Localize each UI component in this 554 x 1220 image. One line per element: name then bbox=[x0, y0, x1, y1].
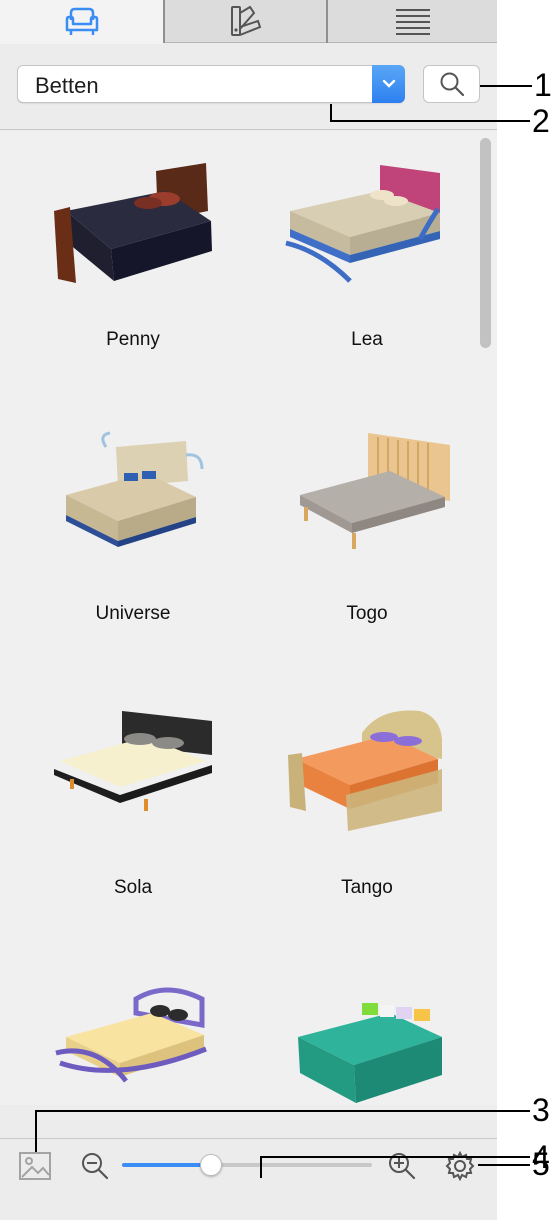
catalog-item[interactable] bbox=[250, 963, 474, 1105]
bed-thumbnail bbox=[66, 431, 204, 547]
catalog-item-label: Togo bbox=[346, 603, 388, 624]
tab-textures[interactable] bbox=[165, 0, 326, 43]
zoom-slider-fill bbox=[122, 1163, 210, 1167]
list-icon bbox=[395, 9, 430, 35]
bed-thumbnail bbox=[55, 987, 207, 1083]
catalog-grid: Penny Lea Universe Togo Sola Tango bbox=[0, 131, 474, 1105]
zoom-out-icon[interactable] bbox=[80, 1151, 110, 1186]
callout-line bbox=[260, 1156, 530, 1158]
catalog-item-sola[interactable]: Sola bbox=[16, 689, 250, 959]
bed-thumbnail bbox=[54, 163, 212, 283]
bed-thumbnail bbox=[300, 433, 450, 549]
bed-thumbnail bbox=[298, 1003, 442, 1103]
callout-number: 1 bbox=[534, 67, 552, 103]
zoom-slider[interactable] bbox=[122, 1154, 372, 1176]
chevron-down-icon[interactable] bbox=[372, 65, 405, 103]
catalog-item-tango[interactable]: Tango bbox=[250, 689, 474, 959]
divider bbox=[0, 129, 497, 130]
color-swatches-icon bbox=[230, 5, 261, 36]
catalog-item-lea[interactable]: Lea bbox=[250, 141, 474, 411]
bed-thumbnail bbox=[54, 711, 212, 811]
catalog-item-penny[interactable]: Penny bbox=[16, 141, 250, 411]
tab-bar bbox=[0, 0, 497, 44]
catalog-item-label: Lea bbox=[351, 329, 383, 350]
magnifier-icon bbox=[440, 72, 464, 97]
catalog-item-togo[interactable]: Togo bbox=[250, 415, 474, 685]
tab-furniture[interactable] bbox=[0, 0, 163, 44]
callout-line bbox=[478, 1164, 530, 1166]
bottom-toolbar bbox=[0, 1138, 497, 1220]
callout-line bbox=[35, 1110, 37, 1152]
bed-thumbnail bbox=[285, 165, 441, 283]
callout-number: 3 bbox=[532, 1092, 550, 1128]
catalog-item-label: Universe bbox=[95, 603, 171, 624]
catalog-item[interactable] bbox=[16, 963, 250, 1105]
search-button[interactable] bbox=[423, 65, 480, 103]
callout-number: 2 bbox=[532, 103, 550, 139]
category-select[interactable]: Betten bbox=[17, 65, 405, 103]
callout-line bbox=[35, 1110, 530, 1112]
armchair-icon bbox=[65, 7, 98, 35]
callout-line bbox=[260, 1156, 262, 1178]
bed-thumbnail bbox=[288, 710, 442, 831]
catalog-panel: Betten Penny Lea Universe Togo Sola Tang… bbox=[0, 0, 497, 1220]
catalog-item-label: Sola bbox=[113, 877, 153, 898]
category-select-value: Betten bbox=[35, 73, 99, 98]
image-icon[interactable] bbox=[18, 1151, 52, 1186]
callout-number: 5 bbox=[532, 1146, 550, 1182]
catalog-item-label: Tango bbox=[341, 877, 393, 898]
scrollbar-thumb[interactable] bbox=[480, 138, 491, 348]
zoom-slider-knob[interactable] bbox=[199, 1154, 222, 1176]
callout-line bbox=[480, 85, 532, 87]
catalog-item-universe[interactable]: Universe bbox=[16, 415, 250, 685]
tab-list[interactable] bbox=[328, 0, 497, 43]
callout-line bbox=[330, 120, 530, 122]
catalog-item-label: Penny bbox=[106, 329, 160, 350]
